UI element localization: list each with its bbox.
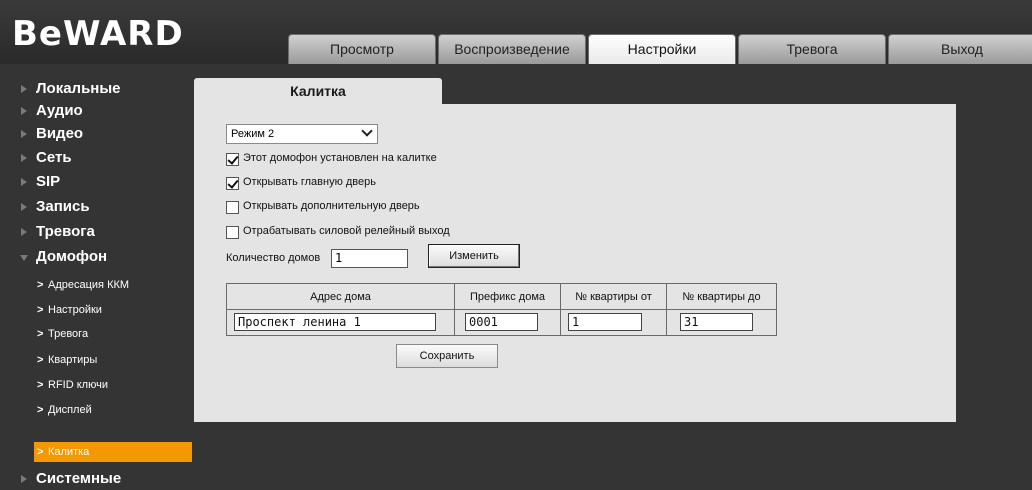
address-input[interactable]: Проспект ленина 1 — [234, 313, 436, 331]
checkbox-installed-on-gate[interactable] — [226, 153, 239, 166]
expand-arrow-icon — [21, 178, 27, 186]
checkbox-open-main-door[interactable] — [226, 177, 239, 190]
sidebar-item-system[interactable]: Системные — [0, 468, 194, 490]
sidebar-subitem-label: Тревога — [48, 328, 89, 340]
prefix-input[interactable]: 0001 — [465, 313, 538, 331]
sidebar-item-video[interactable]: Видео — [0, 123, 194, 145]
checkbox-label: Открывать дополнительную дверь — [243, 200, 420, 212]
sidebar-subitem-alarm[interactable]: > Тревога — [34, 324, 192, 344]
collapse-arrow-icon — [20, 255, 28, 261]
chevron-right-icon: > — [37, 379, 44, 391]
cell-apt-from: 1 — [560, 309, 667, 336]
save-button[interactable]: Сохранить — [396, 344, 498, 368]
chevron-right-icon: > — [37, 446, 44, 458]
chevron-right-icon: > — [37, 354, 44, 366]
cell-apt-to: 31 — [666, 309, 777, 336]
table-row: Проспект ленина 1 0001 1 31 — [226, 309, 777, 336]
sidebar-item-label: Запись — [36, 198, 90, 215]
sidebar-item-label: Сеть — [36, 149, 72, 166]
column-header-apt-to: № квартиры до — [666, 283, 777, 310]
expand-arrow-icon — [21, 130, 27, 138]
expand-arrow-icon — [21, 228, 27, 236]
chevron-down-icon — [361, 125, 373, 137]
apt-from-input[interactable]: 1 — [568, 313, 642, 331]
sidebar-item-label: Домофон — [36, 248, 108, 265]
expand-arrow-icon — [21, 107, 27, 115]
chevron-right-icon: > — [37, 328, 44, 340]
column-header-apt-from: № квартиры от — [560, 283, 667, 310]
table-header-row: Адрес дома Префикс дома № квартиры от № … — [226, 283, 777, 310]
sidebar-item-network[interactable]: Сеть — [0, 147, 194, 169]
mode-select[interactable]: Режим 2 — [226, 124, 378, 144]
apt-to-input[interactable]: 31 — [680, 313, 753, 331]
houses-table: Адрес дома Префикс дома № квартиры от № … — [226, 283, 777, 336]
sidebar-item-record[interactable]: Запись — [0, 196, 194, 218]
tab-playback[interactable]: Воспроизведение — [438, 34, 586, 64]
sidebar-item-label: Аудио — [36, 102, 83, 119]
checkbox-open-extra-door[interactable] — [226, 201, 239, 214]
sidebar-item-label: Видео — [36, 125, 84, 142]
beward-logo: BeWARD — [12, 14, 184, 54]
sidebar-item-label: SIP — [36, 173, 61, 190]
sidebar-item-label: Тревога — [36, 223, 95, 240]
checkbox-label: Открывать главную дверь — [243, 176, 376, 188]
sidebar-subitem-label: Настройки — [48, 304, 102, 316]
column-header-prefix: Префикс дома — [454, 283, 561, 310]
sidebar-subitem-display[interactable]: > Дисплей — [34, 400, 192, 420]
sidebar-subitem-label: Квартиры — [48, 354, 98, 366]
tab-view[interactable]: Просмотр — [288, 34, 436, 64]
change-button[interactable]: Изменить — [428, 244, 520, 268]
houses-count-label: Количество домов — [226, 252, 321, 264]
sidebar-item-sip[interactable]: SIP — [0, 171, 194, 193]
sidebar-item-label: Локальные — [36, 80, 121, 97]
checkbox-relay-output[interactable] — [226, 226, 239, 239]
sidebar-subitem-label: Калитка — [48, 446, 90, 458]
column-header-address: Адрес дома — [226, 283, 455, 310]
sidebar-subitem-gate[interactable]: > Калитка — [34, 442, 192, 462]
chevron-right-icon: > — [37, 404, 44, 416]
houses-count-input[interactable]: 1 — [331, 249, 408, 268]
tab-exit[interactable]: Выход — [888, 34, 1032, 64]
checkbox-label: Отрабатывать силовой релейный выход — [243, 225, 450, 237]
chevron-right-icon: > — [37, 304, 44, 316]
cell-address: Проспект ленина 1 — [226, 309, 455, 336]
sidebar-item-intercom[interactable]: Домофон — [0, 246, 194, 268]
sidebar-subitem-label: Адресация ККМ — [48, 279, 130, 291]
checkbox-label: Этот домофон установлен на калитке — [243, 152, 437, 164]
sidebar-subitem-rfid-keys[interactable]: > RFID ключи — [34, 375, 192, 395]
sidebar-subitem-settings[interactable]: > Настройки — [34, 300, 192, 320]
sidebar-item-audio[interactable]: Аудио — [0, 100, 194, 122]
header: BeWARD Просмотр Воспроизведение Настройк… — [0, 0, 1032, 64]
tab-settings[interactable]: Настройки — [588, 34, 736, 64]
mode-select-value: Режим 2 — [231, 128, 275, 140]
sidebar-item-local[interactable]: Локальные — [0, 78, 194, 100]
sidebar-subitem-label: RFID ключи — [48, 379, 108, 391]
expand-arrow-icon — [21, 203, 27, 211]
sidebar-item-label: Системные — [36, 470, 122, 487]
expand-arrow-icon — [21, 475, 27, 483]
tab-alarm[interactable]: Тревога — [738, 34, 886, 64]
chevron-right-icon: > — [37, 279, 44, 291]
expand-arrow-icon — [21, 154, 27, 162]
sidebar-subitem-apartments[interactable]: > Квартиры — [34, 350, 192, 370]
expand-arrow-icon — [21, 85, 27, 93]
cell-prefix: 0001 — [454, 309, 561, 336]
panel-tab-gate[interactable]: Калитка — [194, 78, 442, 104]
sidebar-subitem-label: Дисплей — [48, 404, 92, 416]
sidebar-item-alarm[interactable]: Тревога — [0, 221, 194, 243]
sidebar-subitem-kkm-addressing[interactable]: > Адресация ККМ — [34, 275, 192, 295]
